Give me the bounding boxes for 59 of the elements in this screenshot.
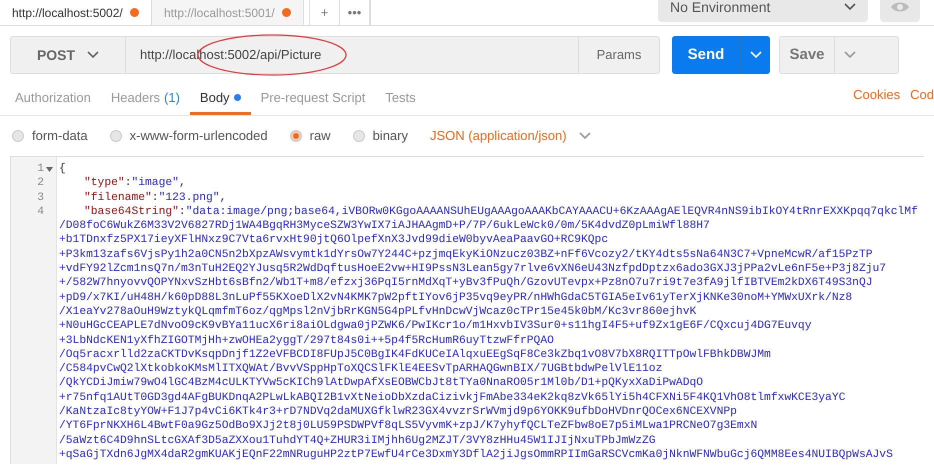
json-value: "data:image/png;base64,iVBORw0KGgoAAAANSUhEUgAAAgoAAAKbCAYAAACU+6KzAAAgAElEQVR4nNS9ibIkOY4tRnrEXXKpqq7qkclMf [186, 204, 918, 220]
header-link[interactable]: Cod [910, 85, 934, 115]
json-value-wrapped-line: +P3km13zafs6VjsPy1h2a0CN5n2bXpzAWsvymtk1dYrsOw7Y244C+pzjmqEkyKiONzucz03BZ+nFf6Vcozy2/tKY4dts5sNa64N3C7+VpneMcwR/af15PzTP [59, 248, 874, 262]
json-key: "type" [84, 176, 125, 191]
json-value-wrapped-line: /YT6FprNKXH6L4BwtF0a9Gz5OdBo9XJj2t8j0LU59PSDWPVf8qLS5VyvmK+zpJ/K7yhyfQCLTeZFbw8oE7p5iMLwa1PRCNeO7g3EmxN [59, 419, 758, 434]
comma: , [178, 176, 186, 191]
body-mode-radio[interactable]: x-www-form-urlencoded [110, 126, 268, 146]
colon: : [178, 204, 186, 220]
json-value-wrapped-line: /Oq5racxrlld2zaCKTDvKsqpDnjf1Z2eVFBCDI8FUpJ5C0BgIK4FdKUCeIAlqxuEEgSqF8Ce3kZbq1vO8V7bX8RQITTpOwlFBhkDBWJMm [59, 348, 772, 362]
json-value: "image" [131, 176, 179, 191]
json-key: "filename" [84, 190, 152, 205]
body-mode-radio[interactable]: form-data [12, 126, 88, 146]
more-tabs-button[interactable]: ••• [340, 0, 370, 25]
request-tab[interactable]: Pre-request Script [250, 83, 376, 115]
request-tab[interactable]: Body [190, 83, 251, 115]
line-number: 2 [37, 176, 44, 191]
chevron-down-icon [87, 51, 100, 59]
chevron-down-icon [844, 3, 856, 11]
chevron-down-icon [844, 51, 856, 59]
body-mode-radio[interactable]: binary [352, 126, 408, 146]
json-value-wrapped-line: +b1TDnxfz5PX17ieyXFlHNxz9C7Vta6rvxHt90jtQ6OlpefXnX3Jvd99dieW0byvAeaPaavGO+RC9KQpc [59, 233, 610, 248]
fold-arrow-icon[interactable] [46, 167, 53, 172]
comma: , [220, 190, 226, 205]
params-button[interactable]: Params [579, 37, 659, 73]
json-value-wrapped-line: +r75nfq1AUtT0GD3gd4AFgBUKDnqA2PLwLkABQI2B1vXtNeioDbXzdaCizivkjFmAbe334eK2kq8zVk65lYi5h4CFXNi5F4KQ1VhO8tlmfxwKCE3yaYC [59, 390, 846, 406]
json-value-wrapped-line: /X1eaYv278aOuH9WztykQLqmfmT6oz/qgMpsl2nVjbRrKGN5G4pPLfvHnDcwVjWcaz0cTPr15e45k0bM/Kc3vr860ejhvK [59, 304, 698, 320]
json-value-wrapped-line: /D08foC6WukZ6M33V2V6827RDj1WA4BgqRH3MyceSZW3YwIX7iAJHAAgmD+P/7P/6ukLeWck0/0m/5K4dvdZ0pLmiWfl88H7 [59, 219, 711, 234]
json-value-wrapped-line: /KaNtzaIc8tyYOW+F1J7p4vCi6KTk4r3+rD7NDVq2daMUXGfklwR23GX4vvzrSrWVmjd9p6YOKK9ufbDoHVDnrQOCex6NCEXVNPp [59, 405, 738, 420]
json-value-wrapped-line: +pD9/x7KI/uH48H/k60pD88L3nLuPf55KXoeDlX2vN4KMK7pW2pftIYov6jP35vq9eyPR/nHWhGdaC5TGIA5eIv61yTerXjKNKe30noM+YMWxUXrk/Nz8 [59, 290, 854, 305]
json-value-wrapped-line: /QkYCDiJmiw79wO4lGC4BzM4cULKTYVw5cKICh9lAtDwpAfXsEOBWCbJt8tTYa0NnaRO05r1Ml0b/D1+pQKyxXaDiPwADqO [59, 376, 704, 391]
json-value: "123.png" [158, 190, 220, 205]
json-value-wrapped-line: +vdFY92lZcm1nsQ7n/m3nTuH2EQ2YJusq5R2WdDqftusHoeE2vw+HI9PssN3Lean5gy7rlve6vXN6eU43NzfpdDptzx6ado3GXJ3jPPa2vLe6nF5e+P3j8Zju7 [59, 262, 888, 276]
colon: : [124, 176, 132, 191]
line-number: 3 [37, 190, 44, 205]
chevron-down-icon [750, 51, 762, 59]
request-tab[interactable]: Tests [375, 83, 426, 115]
line-number: 4 [37, 204, 44, 220]
request-tab[interactable]: http://localhost:5001/ [152, 0, 304, 25]
json-value-wrapped-line: +qSaGjTXdn6JgMX4daR2gmKUAKjEQnF22mNRuguHP2ztP7EwfU4rCe3DxmY3DflA2jiJgsOmmRPIImGaRSCVcmKa0jNknWFNWbuGcj6QMM8Ees4NUIBQpWsAJvS [59, 448, 894, 462]
content-type-dropdown[interactable]: JSON (application/json) [430, 126, 591, 146]
request-tab[interactable]: Authorization [5, 83, 101, 115]
json-value-wrapped-line: /5aWzt6C4D9hnSLtcGXAf3D5aZXXou1TuhdYT4Q+ZHUR3iIMjhh6Ug2MZJT/3VY8zHHu45W1IJIjNxuTPbJmWzZG [59, 434, 657, 448]
method-dropdown[interactable]: POST [11, 37, 126, 73]
chevron-down-icon [578, 132, 591, 140]
json-value-wrapped-line: /C584pvCwQ2lXtkobkoKMsMlITXQWAt/BvvVSppHpToXQCSlFKlE4EESvTpARHAQGwnBIX/7UGBtbdwPelVlE11oz [59, 362, 664, 376]
environment-dropdown[interactable]: No Environment [658, 0, 868, 22]
request-tab[interactable]: Headers (1) [100, 83, 190, 115]
new-tab-button[interactable]: + [310, 0, 340, 25]
code-editor[interactable] [10, 156, 924, 464]
code-text: { [59, 163, 66, 175]
colon: : [152, 190, 159, 205]
json-value-wrapped-line: +/582W7hnyovvQOPYNxvSzHbt6sBfn2/Wb1T+m8/efzxj36PqI5rnMdXqT+yBv3fPuQh/GzovUTevpx+Pz8nO7u7ri9t7e3fA9jlfIBTVEm2kDX6T49S3nQJ [59, 276, 874, 291]
json-key: "base64String" [84, 204, 179, 220]
body-mode-radio[interactable]: raw [290, 126, 331, 146]
count-text: (1) [164, 88, 180, 107]
line-number: 1 [37, 162, 44, 176]
json-value-wrapped-line: +3LbNdcKEN1yXfhZIGOTMjHh+zwOHEa2yggT/297t84s0i++5p4f5RcHumR6uyTtzwFfrPQAO [59, 334, 555, 348]
header-link[interactable]: Cookies [853, 85, 900, 115]
json-value-wrapped-line: +N0uHGcCEAPLE7dNvoO9cK9vBYa11ucX6ri8aiOLdgwa0jPZWK6/PwIKcr1o/m1HxvbIV3Sur0+s11hgI4F5+uf9Zx1gE6F/CQxcuj4DG7Euvqy [59, 319, 812, 334]
